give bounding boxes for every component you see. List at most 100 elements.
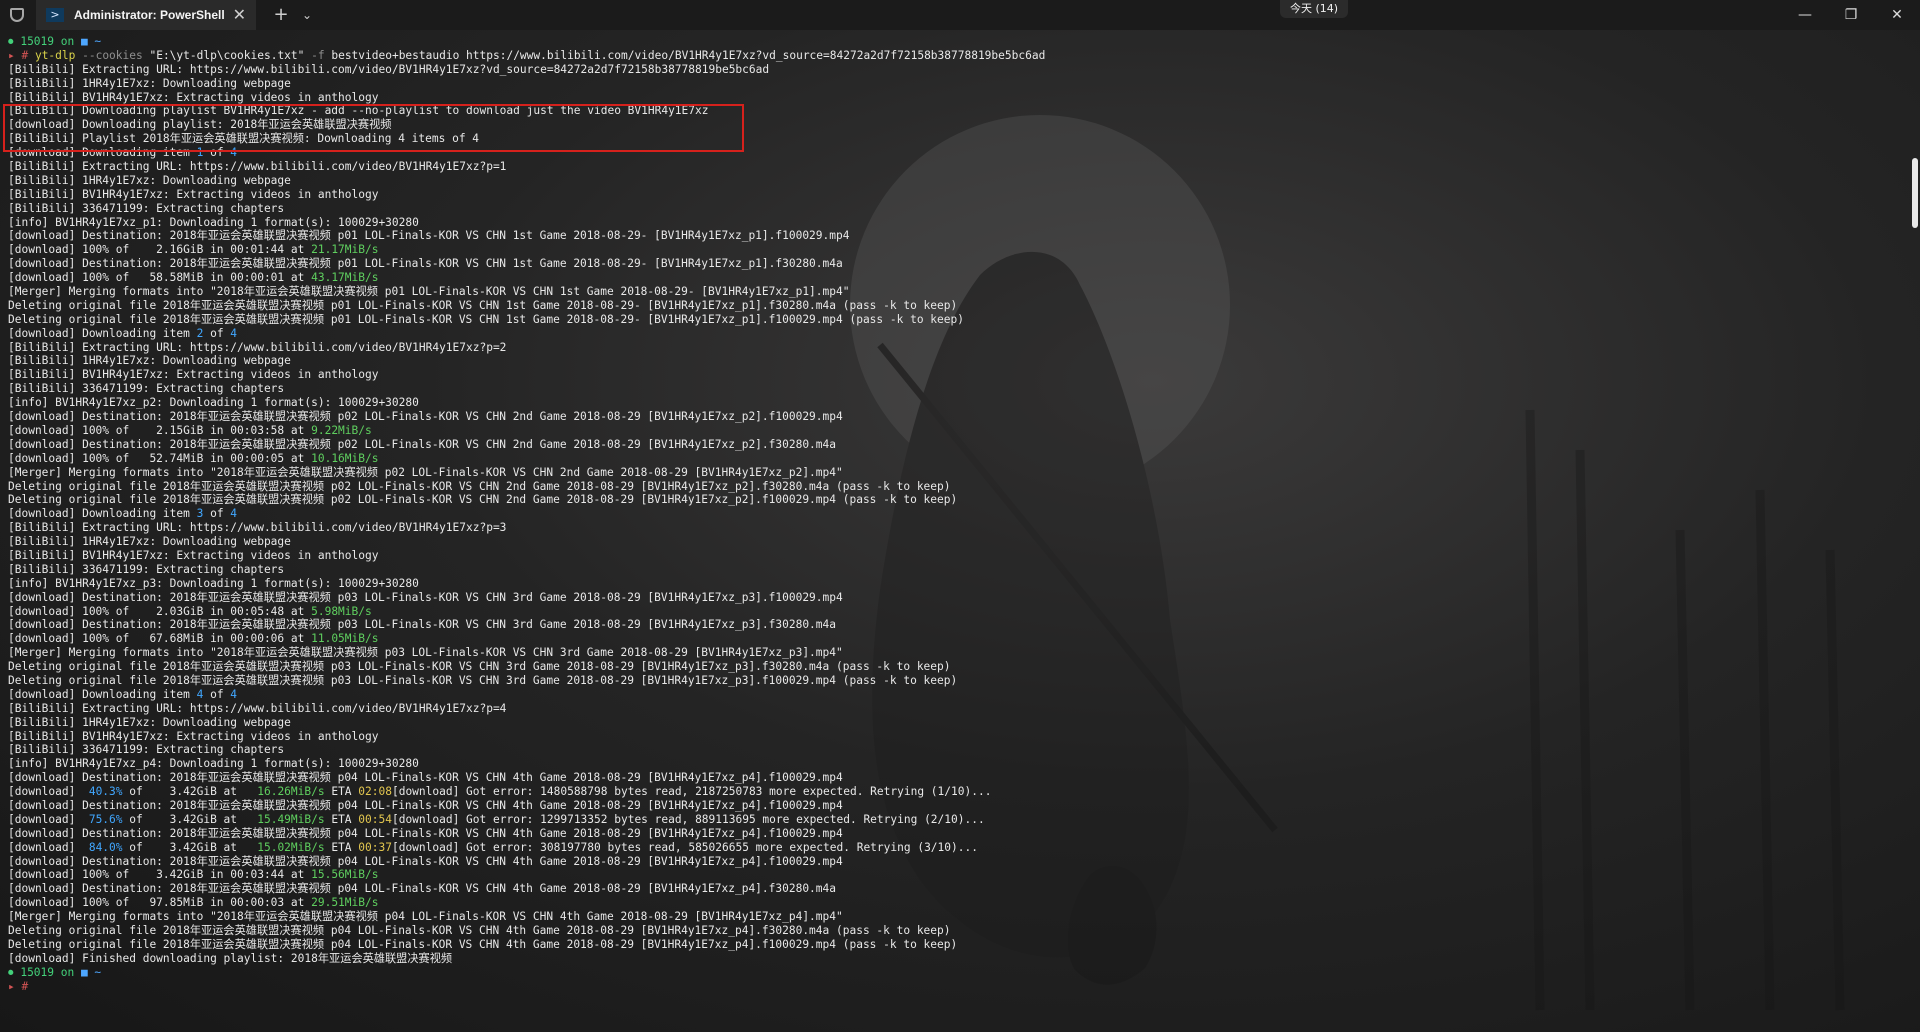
terminal-segment: 9.22MiB/s <box>311 423 372 437</box>
terminal-segment: [download] <box>8 812 89 826</box>
terminal-segment: Deleting original file 2018年亚运会英雄联盟决赛视频 … <box>8 924 951 937</box>
terminal-segment: [BiliBili] Extracting URL: https://www.b… <box>8 521 507 535</box>
terminal-line: [download] 100% of 2.03GiB in 00:05:48 a… <box>8 605 1906 619</box>
terminal-segment: [BiliBili] 1HR4y1E7xz: Downloading webpa… <box>8 173 291 187</box>
terminal-segment: yt-dlp <box>34 48 83 62</box>
terminal-line: [BiliBili] 1HR4y1E7xz: Downloading webpa… <box>8 716 1906 730</box>
terminal-segment: of 3.42GiB at <box>122 812 258 826</box>
terminal-line: [BiliBili] Extracting URL: https://www.b… <box>8 521 1906 535</box>
terminal-line: ⏺ 15019 on ■ ~ <box>8 35 1906 49</box>
terminal-segment: [BiliBili] BV1HR4y1E7xz: Extracting vide… <box>8 187 379 201</box>
tab-dropdown-button[interactable]: ⌄ <box>298 0 316 30</box>
terminal-segment: [BiliBili] 336471199: Extracting chapter… <box>8 201 285 215</box>
restore-button[interactable]: ❐ <box>1828 0 1874 30</box>
terminal-segment: [BiliBili] 336471199: Extracting chapter… <box>8 382 285 396</box>
terminal-segment: [info] BV1HR4y1E7xz_p1: Downloading 1 fo… <box>8 215 419 229</box>
tab-title: Administrator: PowerShell <box>74 8 225 22</box>
terminal-segment: [BiliBili] BV1HR4y1E7xz: Extracting vide… <box>8 729 379 743</box>
terminal-segment: 00:37 <box>358 840 392 854</box>
terminal-segment: [download] Got error: 1480588798 bytes r… <box>391 785 992 799</box>
close-button[interactable]: ✕ <box>1874 0 1920 30</box>
terminal-line: [BiliBili] Extracting URL: https://www.b… <box>8 702 1906 716</box>
terminal-segment: [BiliBili] BV1HR4y1E7xz: Extracting vide… <box>8 90 379 104</box>
terminal-output[interactable]: ⏺ 15019 on ■ ~ ▸ # yt-dlp --cookies "E:\y… <box>8 35 1906 993</box>
terminal-line: [download] 100% of 97.85MiB in 00:00:03 … <box>8 896 1906 910</box>
close-tab-icon[interactable]: ✕ <box>233 0 246 30</box>
terminal-line: [download] 100% of 3.42GiB in 00:03:44 a… <box>8 868 1906 882</box>
terminal-line: [BiliBili] Extracting URL: https://www.b… <box>8 160 1906 174</box>
terminal-segment: [BiliBili] Extracting URL: https://www.b… <box>8 701 507 715</box>
terminal-segment: 4 <box>230 326 238 340</box>
terminal-segment: [BiliBili] 336471199: Extracting chapter… <box>8 743 285 757</box>
terminal-line: Deleting original file 2018年亚运会英雄联盟决赛视频 … <box>8 660 1906 674</box>
terminal-segment: 21.17MiB/s <box>311 243 379 257</box>
terminal-segment: [download] Destination: 2018年亚运会英雄联盟决赛视频… <box>8 590 843 604</box>
terminal-segment: 02:08 <box>358 785 392 799</box>
minimize-button[interactable]: — <box>1782 0 1828 30</box>
terminal-line: ▸ # <box>8 980 1906 994</box>
scrollbar-thumb[interactable] <box>1912 158 1918 228</box>
terminal-line: [BiliBili] 1HR4y1E7xz: Downloading webpa… <box>8 174 1906 188</box>
terminal-segment: ETA <box>324 812 359 826</box>
terminal-line: [download] Destination: 2018年亚运会英雄联盟决赛视频… <box>8 882 1906 896</box>
terminal-line: [download] 100% of 2.16GiB in 00:01:44 a… <box>8 243 1906 257</box>
center-badge: 今天 (14) <box>1280 0 1349 18</box>
terminal-line: Deleting original file 2018年亚运会英雄联盟决赛视频 … <box>8 299 1906 313</box>
terminal-segment: [download] <box>8 840 89 854</box>
terminal-segment: 15.02MiB/s <box>257 840 325 854</box>
terminal-segment: of 3.42GiB at <box>122 785 258 799</box>
terminal-line: [download] 100% of 67.68MiB in 00:00:06 … <box>8 632 1906 646</box>
terminal-segment: of 3.42GiB at <box>122 840 258 854</box>
terminal-line: [download] Destination: 2018年亚运会英雄联盟决赛视频… <box>8 618 1906 632</box>
terminal-segment: 00:54 <box>358 812 392 826</box>
terminal-segment: --cookies <box>82 48 150 62</box>
terminal-line: [download] Downloading item 4 of 4 <box>8 688 1906 702</box>
shield-icon <box>10 8 24 22</box>
terminal-line: [download] 100% of 2.15GiB in 00:03:58 a… <box>8 424 1906 438</box>
terminal-segment: [download] Downloading item <box>8 507 197 521</box>
terminal-line: [download] Downloading item 3 of 4 <box>8 507 1906 521</box>
terminal-line: [BiliBili] 336471199: Extracting chapter… <box>8 382 1906 396</box>
terminal-line: [download] 100% of 58.58MiB in 00:00:01 … <box>8 271 1906 285</box>
terminal-segment: [BiliBili] Extracting URL: https://www.b… <box>8 340 507 354</box>
terminal-line: Deleting original file 2018年亚运会英雄联盟决赛视频 … <box>8 938 1906 952</box>
tab-powershell[interactable]: > Administrator: PowerShell ✕ <box>36 0 256 30</box>
terminal-segment: Deleting original file 2018年亚运会英雄联盟决赛视频 … <box>8 660 951 674</box>
terminal-line: [BiliBili] 336471199: Extracting chapter… <box>8 563 1906 577</box>
terminal-segment: [info] BV1HR4y1E7xz_p4: Downloading 1 fo… <box>8 757 419 771</box>
terminal-line: [download] Destination: 2018年亚运会英雄联盟决赛视频… <box>8 591 1906 605</box>
terminal-segment: [download] Got error: 308197780 bytes re… <box>391 840 978 854</box>
terminal-line: [BiliBili] 336471199: Extracting chapter… <box>8 202 1906 216</box>
terminal-line: [Merger] Merging formats into "2018年亚运会英… <box>8 466 1906 480</box>
terminal-segment: [BiliBili] Extracting URL: https://www.b… <box>8 160 507 174</box>
terminal-line: [BiliBili] BV1HR4y1E7xz: Extracting vide… <box>8 368 1906 382</box>
new-tab-button[interactable]: + <box>272 0 290 30</box>
terminal-segment: Deleting original file 2018年亚运会英雄联盟决赛视频 … <box>8 937 958 951</box>
terminal-viewport[interactable]: ⏺ 15019 on ■ ~ ▸ # yt-dlp --cookies "E:\y… <box>0 30 1920 1032</box>
terminal-segment: -f <box>311 48 332 62</box>
terminal-segment: [download] Finished downloading playlist… <box>8 951 453 965</box>
powershell-icon: > <box>46 8 64 22</box>
terminal-line: [BiliBili] BV1HR4y1E7xz: Extracting vide… <box>8 549 1906 563</box>
terminal-segment: 29.51MiB/s <box>311 896 379 910</box>
terminal-segment: ■ ~ <box>80 35 102 48</box>
terminal-line: [download] Destination: 2018年亚运会英雄联盟决赛视频… <box>8 410 1906 424</box>
terminal-line: Deleting original file 2018年亚运会英雄联盟决赛视频 … <box>8 480 1906 494</box>
terminal-segment: of <box>203 507 231 521</box>
terminal-segment: [download] Downloading item <box>8 687 197 701</box>
terminal-line: [download] 75.6% of 3.42GiB at 15.49MiB/… <box>8 813 1906 827</box>
terminal-segment: 15.56MiB/s <box>311 868 379 882</box>
terminal-segment: ⏺ 15019 on <box>8 965 81 979</box>
terminal-segment: 40.3% <box>88 785 123 799</box>
terminal-line: [BiliBili] 1HR4y1E7xz: Downloading webpa… <box>8 77 1906 91</box>
terminal-segment: [download] 100% of 67.68MiB in 00:00:06 … <box>8 632 312 646</box>
terminal-segment: bestvideo+bestaudio https://www.bilibili… <box>331 48 1046 62</box>
terminal-line: Deleting original file 2018年亚运会英雄联盟决赛视频 … <box>8 674 1906 688</box>
terminal-segment: of <box>203 687 231 701</box>
terminal-segment: 4 <box>230 507 238 521</box>
titlebar-left: > Administrator: PowerShell ✕ + ⌄ <box>10 0 316 30</box>
terminal-segment: ▸ # <box>8 48 35 62</box>
terminal-segment: Deleting original file 2018年亚运会英雄联盟决赛视频 … <box>8 479 951 493</box>
terminal-segment: [download] 100% of 97.85MiB in 00:00:03 … <box>8 896 312 910</box>
terminal-segment: [download] Destination: 2018年亚运会英雄联盟决赛视频… <box>8 437 837 451</box>
